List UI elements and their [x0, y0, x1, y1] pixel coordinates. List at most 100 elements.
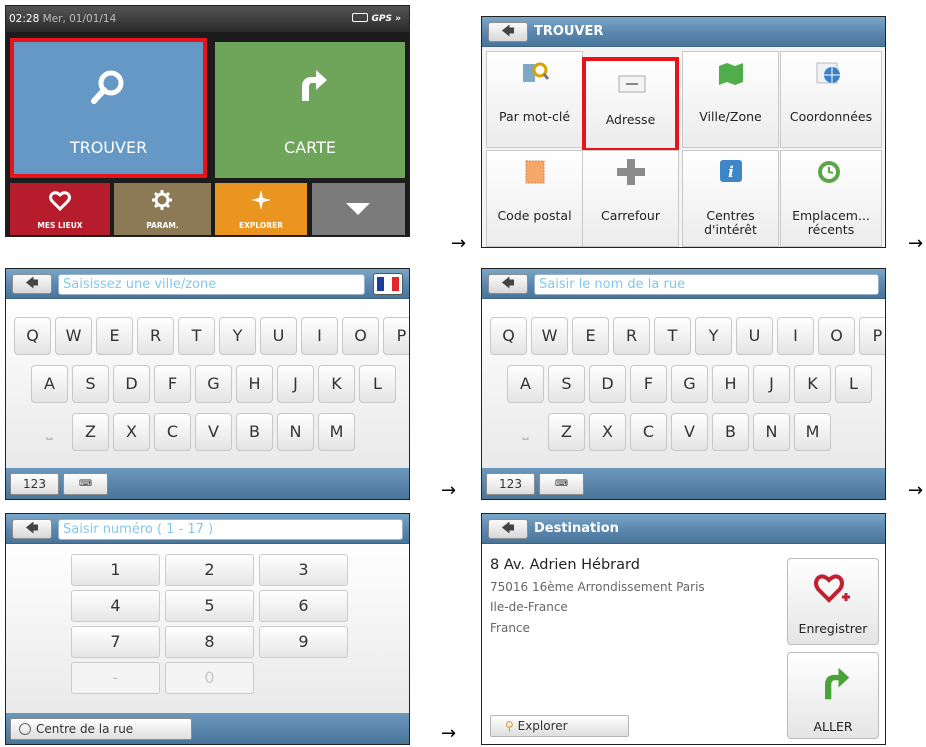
country-flag-button[interactable] — [373, 273, 403, 295]
key-a[interactable]: A — [507, 365, 544, 403]
key-i[interactable]: I — [301, 317, 338, 355]
key-w[interactable]: W — [531, 317, 568, 355]
grid-item-emplacements-recents[interactable]: Emplacem... récents — [780, 150, 882, 247]
key-z[interactable]: Z — [72, 413, 109, 451]
key-v[interactable]: V — [195, 413, 232, 451]
keyboard-layout-icon[interactable]: ⌨ — [63, 473, 108, 495]
back-button[interactable]: 🡄 — [488, 519, 528, 539]
key-e[interactable]: E — [572, 317, 609, 355]
grid-item-coordonnees[interactable]: Coordonnées — [780, 51, 882, 148]
key-0[interactable]: 0 — [165, 662, 254, 694]
param-button[interactable]: PARAM. — [114, 183, 211, 235]
grid-item-adresse[interactable]: Adresse — [582, 57, 679, 152]
key-r[interactable]: R — [137, 317, 174, 355]
city-search-input[interactable]: Saisissez une ville/zone — [58, 274, 365, 295]
key-o[interactable]: O — [818, 317, 855, 355]
key-z[interactable]: Z — [548, 413, 585, 451]
key-8[interactable]: 8 — [165, 626, 254, 658]
go-label: ALLER — [813, 719, 853, 734]
explorer-button[interactable]: EXPLORER — [215, 183, 307, 235]
key-e[interactable]: E — [96, 317, 133, 355]
key-g[interactable]: G — [195, 365, 232, 403]
key-d[interactable]: D — [113, 365, 150, 403]
key-g[interactable]: G — [671, 365, 708, 403]
key-m[interactable]: M — [318, 413, 355, 451]
key-p[interactable]: P — [383, 317, 409, 355]
key-c[interactable]: C — [630, 413, 667, 451]
back-button[interactable]: 🡄 — [12, 519, 52, 539]
grid-item-code-postal[interactable]: Code postal — [486, 150, 583, 247]
grid-item-par-mot-cle[interactable]: Par mot-clé — [486, 51, 583, 148]
key-w[interactable]: W — [55, 317, 92, 355]
key-s[interactable]: S — [72, 365, 109, 403]
key-p[interactable]: P — [859, 317, 885, 355]
key-1[interactable]: 1 — [71, 554, 160, 586]
key-b[interactable]: B — [712, 413, 749, 451]
key-n[interactable]: N — [753, 413, 790, 451]
mes-lieux-button[interactable]: MES LIEUX — [10, 183, 110, 235]
key-i[interactable]: I — [777, 317, 814, 355]
back-button[interactable]: 🡄 — [488, 274, 528, 294]
numeric-keyboard-button[interactable]: 123 — [10, 473, 59, 495]
grid-item-label: Par mot-clé — [498, 109, 571, 124]
key-o[interactable]: O — [342, 317, 379, 355]
key-f[interactable]: F — [154, 365, 191, 403]
street-center-button[interactable]: Centre de la rue — [10, 718, 192, 740]
space-key[interactable]: ⎵ — [507, 413, 544, 451]
key-u[interactable]: U — [260, 317, 297, 355]
trouver-tile[interactable]: TROUVER — [10, 38, 207, 178]
key-5[interactable]: 5 — [165, 590, 254, 622]
status-bar: 02:28 Mer, 01/01/14 GPS » — [6, 6, 409, 32]
back-button[interactable]: 🡄 — [12, 274, 52, 294]
key-f[interactable]: F — [630, 365, 667, 403]
key-3[interactable]: 3 — [259, 554, 348, 586]
key-s[interactable]: S — [548, 365, 585, 403]
key-v[interactable]: V — [671, 413, 708, 451]
keyboard-layout-icon[interactable]: ⌨ — [539, 473, 584, 495]
key-dash[interactable]: - — [71, 662, 160, 694]
numeric-keyboard-button[interactable]: 123 — [486, 473, 535, 495]
grid-item-carrefour[interactable]: Carrefour — [582, 150, 679, 247]
key-t[interactable]: T — [178, 317, 215, 355]
house-number-input[interactable]: Saisir numéro ( 1 - 17 ) — [58, 519, 403, 540]
key-r[interactable]: R — [613, 317, 650, 355]
key-2[interactable]: 2 — [165, 554, 254, 586]
key-t[interactable]: T — [654, 317, 691, 355]
key-q[interactable]: Q — [14, 317, 51, 355]
go-button[interactable]: ALLER — [787, 652, 879, 739]
key-h[interactable]: H — [712, 365, 749, 403]
key-j[interactable]: J — [277, 365, 314, 403]
more-button[interactable] — [312, 183, 405, 235]
key-k[interactable]: K — [318, 365, 355, 403]
space-key[interactable]: ⎵ — [31, 413, 68, 451]
save-button[interactable]: Enregistrer — [787, 558, 879, 645]
key-y[interactable]: Y — [219, 317, 256, 355]
street-search-input[interactable]: Saisir le nom de la rue — [534, 274, 879, 295]
key-l[interactable]: L — [359, 365, 396, 403]
back-button[interactable]: 🡄 — [488, 22, 528, 42]
bottom-bar: 123 ⌨ — [6, 468, 409, 499]
key-y[interactable]: Y — [695, 317, 732, 355]
key-j[interactable]: J — [753, 365, 790, 403]
explore-button[interactable]: ⚲ Explorer — [490, 715, 629, 737]
grid-item-centres-interet[interactable]: i Centres d'intérêt — [682, 150, 779, 247]
key-m[interactable]: M — [794, 413, 831, 451]
key-a[interactable]: A — [31, 365, 68, 403]
key-b[interactable]: B — [236, 413, 273, 451]
key-4[interactable]: 4 — [71, 590, 160, 622]
key-k[interactable]: K — [794, 365, 831, 403]
key-d[interactable]: D — [589, 365, 626, 403]
key-u[interactable]: U — [736, 317, 773, 355]
key-l[interactable]: L — [835, 365, 872, 403]
key-c[interactable]: C — [154, 413, 191, 451]
key-x[interactable]: X — [113, 413, 150, 451]
grid-item-ville-zone[interactable]: Ville/Zone — [682, 51, 779, 148]
key-7[interactable]: 7 — [71, 626, 160, 658]
carte-tile[interactable]: CARTE — [215, 42, 405, 178]
key-9[interactable]: 9 — [259, 626, 348, 658]
key-x[interactable]: X — [589, 413, 626, 451]
key-n[interactable]: N — [277, 413, 314, 451]
key-6[interactable]: 6 — [259, 590, 348, 622]
key-h[interactable]: H — [236, 365, 273, 403]
key-q[interactable]: Q — [490, 317, 527, 355]
